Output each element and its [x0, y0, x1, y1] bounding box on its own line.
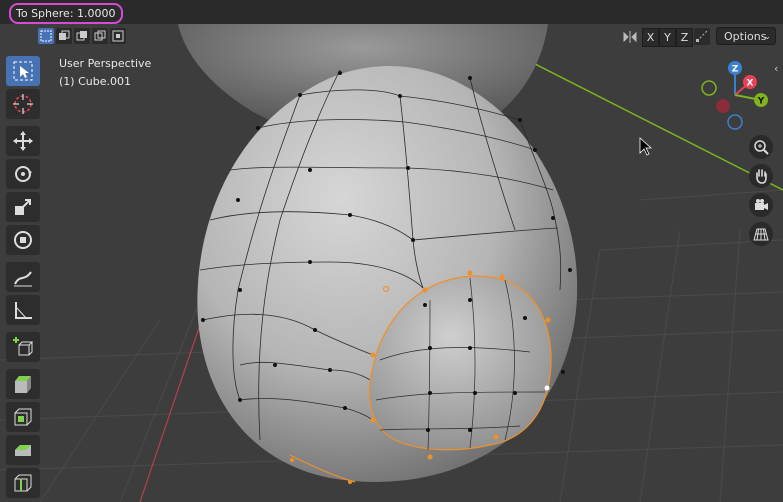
object-name: (1) Cube.001: [59, 75, 131, 88]
viewport-scene: [0, 24, 783, 502]
select-mode-group: [38, 28, 126, 44]
tool-cursor[interactable]: [6, 89, 40, 119]
bevel-icon: [15, 445, 31, 456]
loop-cut-icon: [14, 474, 32, 492]
select-intersect-button[interactable]: [110, 28, 126, 44]
select-subtract-icon: [76, 31, 87, 41]
inset-icon: [14, 408, 32, 426]
tool-scale[interactable]: [6, 192, 40, 222]
tool-inset[interactable]: [6, 402, 40, 432]
transform-icon: [14, 231, 32, 249]
grid-icon: [753, 228, 769, 241]
axis-y-button[interactable]: Y: [659, 28, 676, 47]
operator-status: To Sphere: 1.0000: [9, 3, 123, 24]
select-box-icon: [13, 61, 33, 81]
gizmo-x-label: X: [747, 79, 754, 89]
gizmo-neg-x[interactable]: [716, 99, 730, 113]
axis-x-button[interactable]: X: [642, 28, 659, 47]
header-bar: To Sphere: 1.0000: [0, 0, 783, 24]
tool-annotate[interactable]: [6, 262, 40, 292]
scale-icon: [15, 199, 31, 215]
tool-select-box[interactable]: [6, 56, 40, 86]
select-extend-icon: [59, 30, 70, 40]
tool-measure[interactable]: [6, 295, 40, 325]
gizmo-neg-z[interactable]: [727, 114, 743, 130]
select-difference-button[interactable]: [92, 28, 108, 44]
navigation-gizmo[interactable]: Z X Y: [695, 58, 775, 133]
annotate-icon: [14, 271, 32, 287]
tool-transform[interactable]: [6, 225, 40, 255]
hand-icon: [756, 169, 767, 184]
tool-move[interactable]: [6, 126, 40, 156]
select-new-button[interactable]: [38, 28, 54, 44]
tool-add-cube[interactable]: [6, 332, 40, 362]
zoom-button[interactable]: [749, 135, 773, 159]
add-cube-icon: [13, 337, 34, 356]
select-subtract-button[interactable]: [74, 28, 90, 44]
gizmo-neg-y[interactable]: [701, 80, 717, 96]
tool-bevel[interactable]: [6, 435, 40, 465]
cursor-icon: [13, 94, 33, 114]
select-intersect-icon: [112, 30, 124, 42]
tool-extrude[interactable]: [6, 369, 40, 399]
extrude-icon: [15, 376, 31, 393]
move-icon: [13, 131, 33, 151]
chevron-down-icon: ⌄: [763, 32, 771, 42]
mouse-cursor-icon: [639, 137, 653, 156]
select-difference-icon: [94, 30, 106, 41]
zoom-icon: [754, 140, 769, 155]
rotate-icon: [15, 166, 32, 182]
3d-viewport[interactable]: [0, 24, 783, 502]
options-dropdown[interactable]: Options ⌄: [716, 27, 776, 45]
gizmo-y-label: Y: [757, 97, 765, 107]
axis-z-button[interactable]: Z: [676, 28, 693, 47]
mirror-axis-buttons: X Y Z: [642, 28, 693, 47]
select-extend-button[interactable]: [56, 28, 72, 44]
perspective-toggle-button[interactable]: [749, 222, 773, 246]
gizmo-z-label: Z: [732, 65, 739, 75]
active-vertex: [544, 385, 550, 391]
select-box-mode-icon: [40, 30, 52, 42]
view-name: User Perspective: [59, 57, 152, 70]
pan-button[interactable]: [749, 164, 773, 188]
options-label: Options: [724, 30, 767, 43]
snap-toggle-icon[interactable]: [694, 28, 710, 45]
tool-rotate[interactable]: [6, 159, 40, 189]
camera-icon: [755, 199, 768, 210]
mirror-icon[interactable]: [622, 29, 638, 45]
x-axis-line: [139, 309, 206, 502]
measure-icon: [15, 302, 32, 319]
tool-loop-cut[interactable]: [6, 468, 40, 498]
camera-view-button[interactable]: [749, 193, 773, 217]
